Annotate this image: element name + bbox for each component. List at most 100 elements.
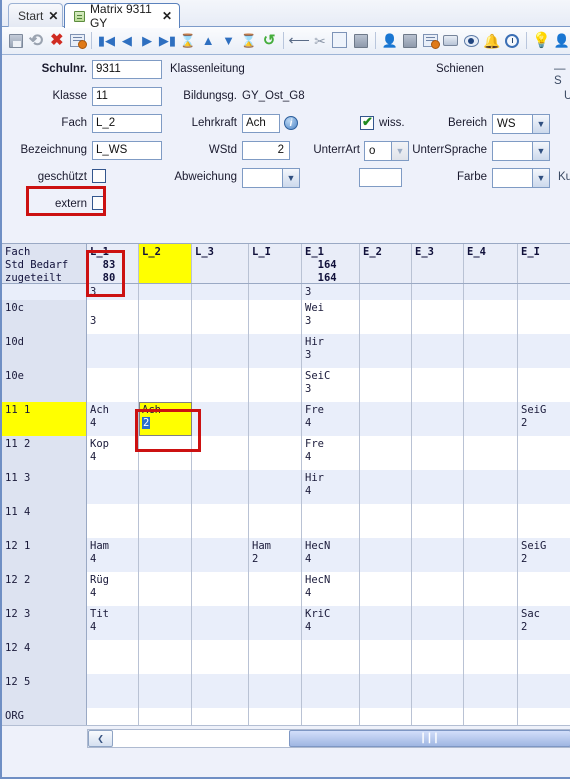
cell-12-3-L_I[interactable] (249, 606, 302, 640)
cell-partial-L_3[interactable] (192, 284, 249, 300)
cell-11-3-E_I[interactable] (518, 470, 570, 504)
horizontal-scrollbar[interactable]: ❮ ┃┃┃ (2, 725, 570, 752)
cell-11-2-L_I[interactable] (249, 436, 302, 470)
grid-header-col-L_I[interactable]: L_I (249, 244, 302, 283)
row-header-12 1[interactable]: 12 1 (2, 538, 87, 572)
delete-icon[interactable]: ✖ (47, 30, 67, 52)
cell-12-4-L_I[interactable] (249, 640, 302, 674)
cell-11-3-E_3[interactable] (412, 470, 464, 504)
cell-10e-E_1[interactable]: SeiC 3 (302, 368, 360, 402)
row-header-11 3[interactable]: 11 3 (2, 470, 87, 504)
chevron-down-icon[interactable]: ▼ (282, 169, 299, 187)
alarm-clock-icon[interactable] (502, 30, 522, 52)
cell-11-4-E_1[interactable] (302, 504, 360, 538)
user-settings-icon[interactable]: 👤 (551, 30, 570, 52)
table-row[interactable]: 12 5 (2, 674, 570, 708)
abweichung-select[interactable]: ▼ (242, 168, 300, 188)
row-header-partial[interactable] (2, 284, 87, 300)
cell-11-2-E_4[interactable] (464, 436, 518, 470)
cell-12-3-E_3[interactable] (412, 606, 464, 640)
cell-12-5-L_2[interactable] (139, 674, 192, 708)
table-row[interactable]: 12 3 Tit 4 KriC 4 Sac 2 (2, 606, 570, 640)
cell-10e-L_3[interactable] (192, 368, 249, 402)
cell-12-4-L_1[interactable] (87, 640, 139, 674)
chevron-down-icon-5[interactable]: ▼ (532, 169, 549, 187)
cell-partial-L_2[interactable] (139, 284, 192, 300)
cell-10e-L_1[interactable] (87, 368, 139, 402)
cell-10d-E_2[interactable] (360, 334, 412, 368)
table-row[interactable]: 11 3 Hir 4 (2, 470, 570, 504)
cell-10e-E_2[interactable] (360, 368, 412, 402)
cell-12-1-E_4[interactable] (464, 538, 518, 572)
cell-partial-E_1[interactable]: 3 (302, 284, 360, 300)
row-header-11 2[interactable]: 11 2 (2, 436, 87, 470)
table-row[interactable]: 11 2 Kop 4 Fre 4 (2, 436, 570, 470)
bereich-select[interactable]: WS ▼ (492, 114, 550, 134)
wstd-input[interactable]: 2 (242, 141, 290, 160)
cell-10d-E_4[interactable] (464, 334, 518, 368)
cell-10c-E_3[interactable] (412, 300, 464, 334)
form-properties-icon[interactable] (67, 30, 87, 52)
cell-12-5-L_3[interactable] (192, 674, 249, 708)
cell-12-2-L_3[interactable] (192, 572, 249, 606)
grid-header-col-E_I[interactable]: E_I (518, 244, 570, 283)
cell-11-1-E_4[interactable] (464, 402, 518, 436)
cell-10c-E_4[interactable] (464, 300, 518, 334)
chevron-down-icon-3[interactable]: ▼ (532, 115, 549, 133)
cell-11-1-E_3[interactable] (412, 402, 464, 436)
cell-11-4-E_3[interactable] (412, 504, 464, 538)
cell-11-1-L_I[interactable] (249, 402, 302, 436)
edit-note-icon[interactable] (420, 30, 441, 52)
tab-matrix-close-icon[interactable]: ✕ (162, 10, 172, 22)
cell-12-2-E_4[interactable] (464, 572, 518, 606)
cell-12-1-E_2[interactable] (360, 538, 412, 572)
tab-start[interactable]: Start ✕ (8, 3, 63, 27)
tab-matrix[interactable]: Matrix 9311 GY ✕ (64, 2, 180, 30)
cell-12-1-E_I[interactable]: SeiG 2 (518, 538, 570, 572)
cell-12-2-E_2[interactable] (360, 572, 412, 606)
grid-header-col-L_2[interactable]: L_2 (139, 244, 192, 283)
info-icon[interactable]: i (284, 116, 298, 130)
cell-10d-E_1[interactable]: Hir 3 (302, 334, 360, 368)
cell-partial-E_3[interactable] (412, 284, 464, 300)
cell-10e-E_4[interactable] (464, 368, 518, 402)
cell-10d-L_2[interactable] (139, 334, 192, 368)
cell-12-3-E_1[interactable]: KriC 4 (302, 606, 360, 640)
cell-10e-L_I[interactable] (249, 368, 302, 402)
cell-11-3-L_3[interactable] (192, 470, 249, 504)
cell-11-3-L_2[interactable] (139, 470, 192, 504)
row-header-11 1[interactable]: 11 1 (2, 402, 87, 436)
cell-10c-L_I[interactable] (249, 300, 302, 334)
print-icon[interactable] (441, 30, 461, 52)
cell-12-2-E_I[interactable] (518, 572, 570, 606)
cell-12-5-L_1[interactable] (87, 674, 139, 708)
cell-12-3-E_4[interactable] (464, 606, 518, 640)
cell-12-4-E_2[interactable] (360, 640, 412, 674)
next-record-icon[interactable]: ▶ (137, 30, 157, 52)
row-header-10d[interactable]: 10d (2, 334, 87, 368)
cell-11-4-L_I[interactable] (249, 504, 302, 538)
lehrkraft-input[interactable]: Ach (242, 114, 280, 133)
last-record-icon[interactable]: ▶▮ (157, 30, 177, 52)
cell-12-4-E_I[interactable] (518, 640, 570, 674)
cell-partial-E_2[interactable] (360, 284, 412, 300)
cut-icon[interactable]: ✂ (310, 30, 330, 52)
cell-12-3-L_2[interactable] (139, 606, 192, 640)
row-header-10e[interactable]: 10e (2, 368, 87, 402)
scrollbar-thumb[interactable]: ┃┃┃ (289, 730, 570, 747)
cell-partial-L_I[interactable] (249, 284, 302, 300)
unterrsprache-select[interactable]: ▼ (492, 141, 550, 161)
cell-12-4-E_1[interactable] (302, 640, 360, 674)
table-row[interactable]: 33 (2, 284, 570, 300)
cell-12-2-E_3[interactable] (412, 572, 464, 606)
row-header-12 2[interactable]: 12 2 (2, 572, 87, 606)
back-arrow-icon[interactable]: ⟵ (288, 30, 310, 52)
preview-eye-icon[interactable] (461, 30, 481, 52)
scrollbar-track[interactable]: ❮ ┃┃┃ (87, 729, 570, 748)
cell-11-2-L_3[interactable] (192, 436, 249, 470)
cell-12-1-L_2[interactable] (139, 538, 192, 572)
cell-11-4-E_I[interactable] (518, 504, 570, 538)
cell-12-1-L_3[interactable] (192, 538, 249, 572)
lightbulb-icon[interactable]: 💡 (531, 30, 551, 52)
table-row[interactable]: 12 4 (2, 640, 570, 674)
